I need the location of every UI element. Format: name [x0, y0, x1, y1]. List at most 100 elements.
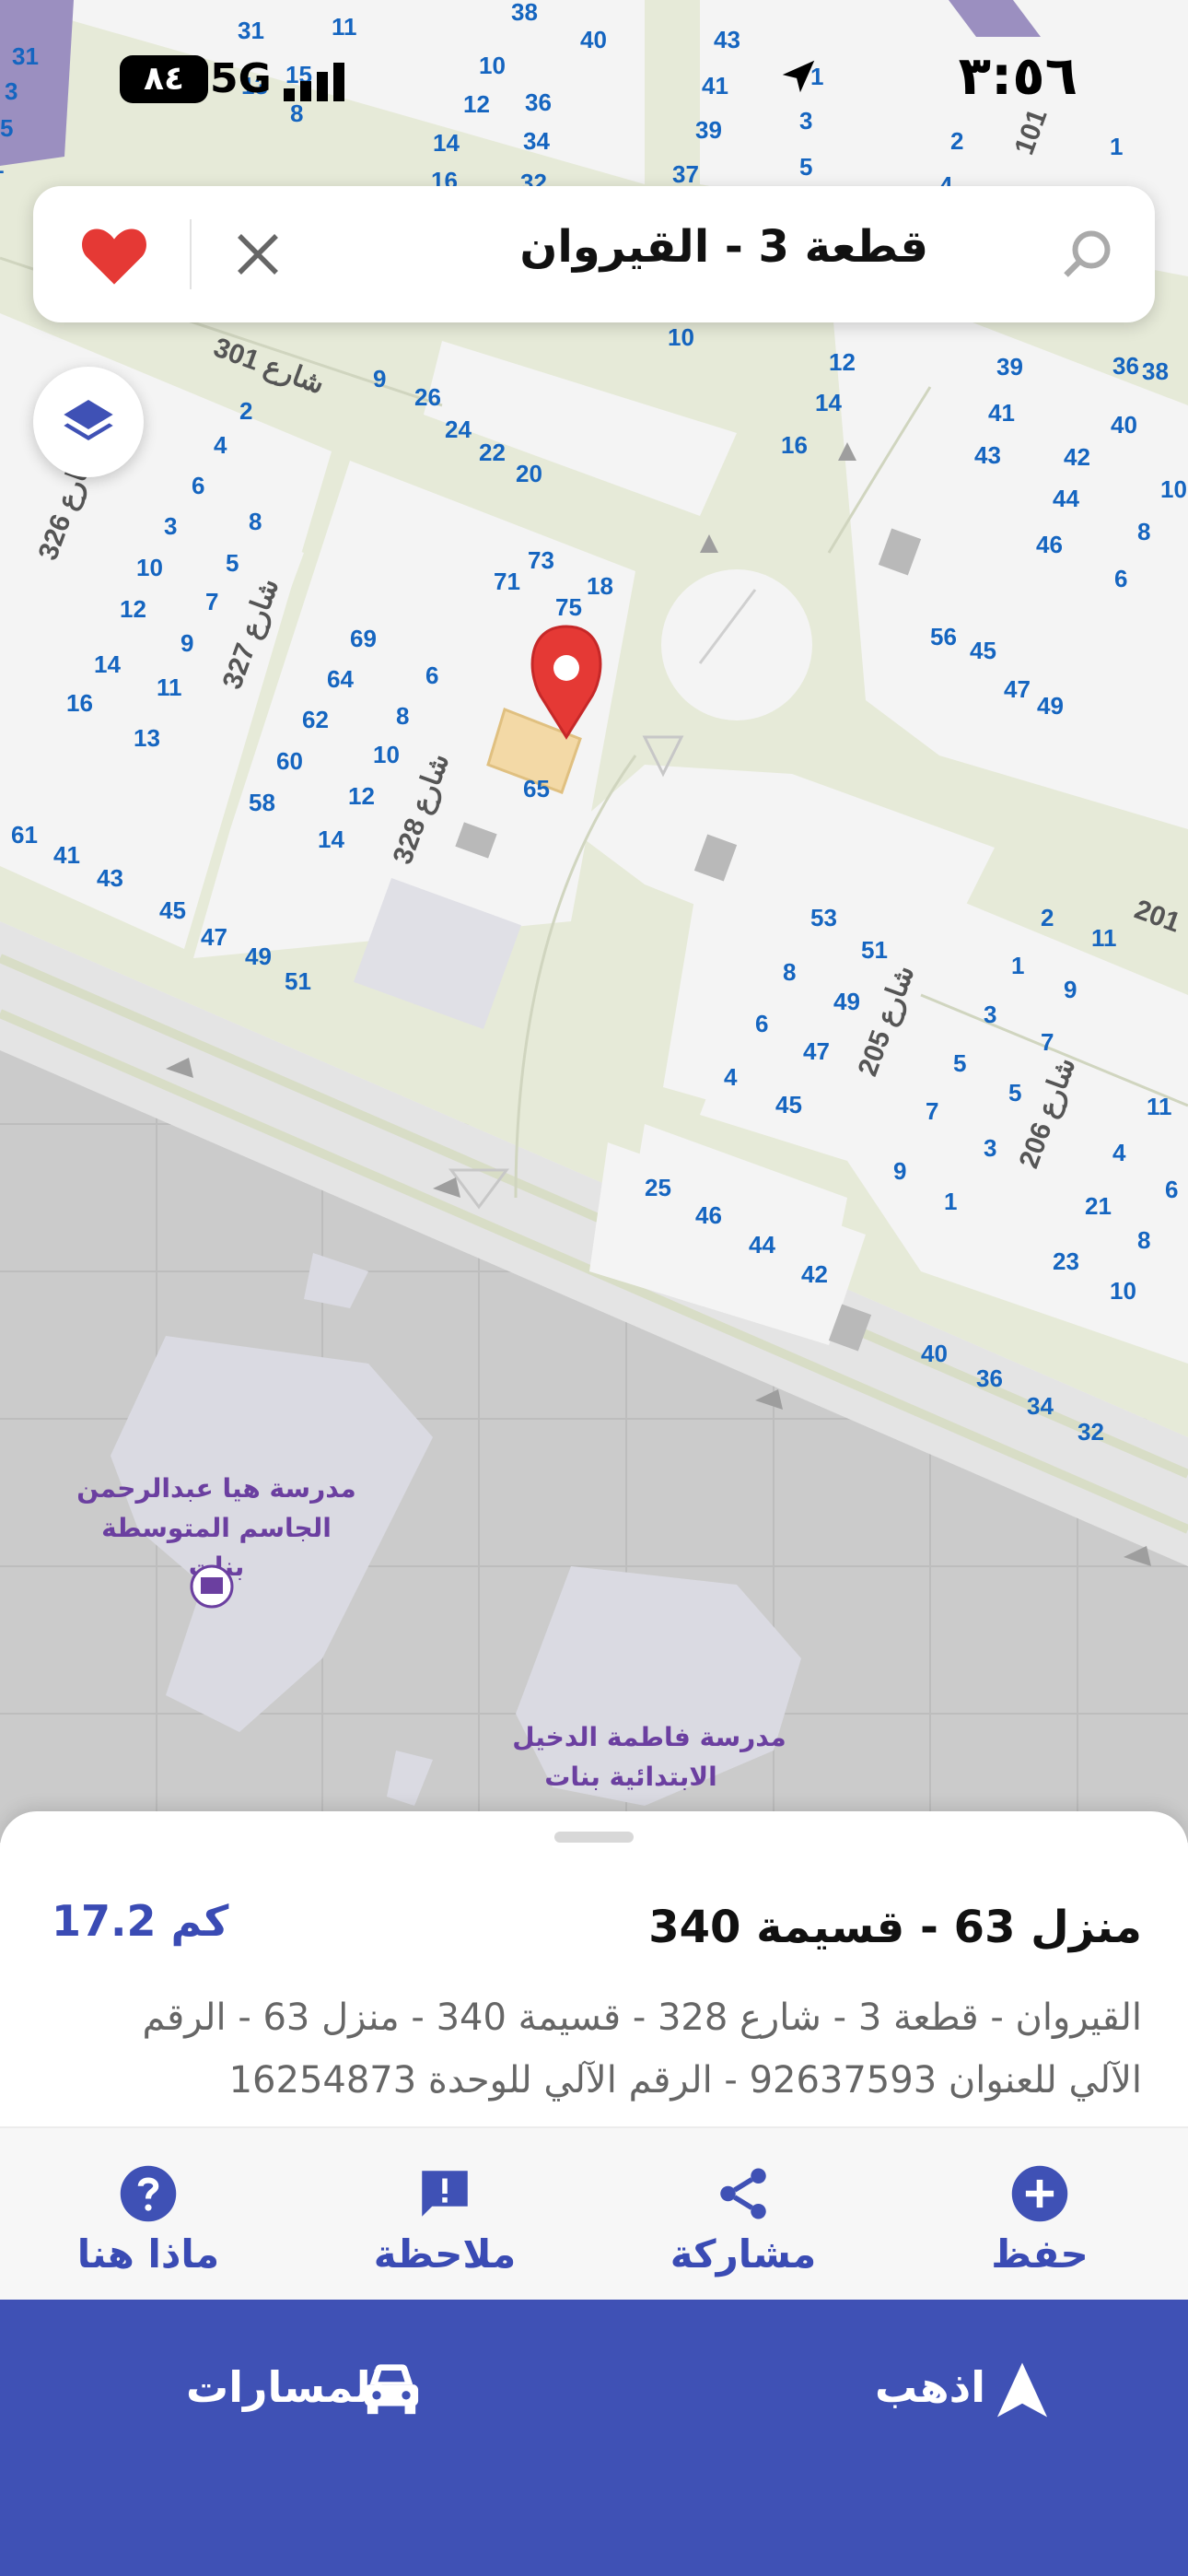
- parcel-number[interactable]: 2: [1041, 904, 1054, 931]
- share-button[interactable]: مشاركة: [595, 2128, 891, 2301]
- save-button[interactable]: حفظ: [891, 2128, 1188, 2301]
- parcel-number[interactable]: 49: [833, 988, 860, 1015]
- parcel-number[interactable]: 43: [974, 441, 1001, 469]
- parcel-number[interactable]: 37: [672, 160, 699, 188]
- parcel-number[interactable]: 13: [134, 724, 160, 752]
- parcel-number[interactable]: 62: [302, 706, 329, 733]
- parcel-number[interactable]: 16: [66, 689, 93, 717]
- parcel-number[interactable]: 5: [1008, 1079, 1021, 1107]
- parcel-number[interactable]: 8: [1137, 518, 1150, 545]
- parcel-number[interactable]: 3: [984, 1001, 996, 1028]
- parcel-number[interactable]: 7: [1041, 1028, 1054, 1056]
- parcel-number[interactable]: 6: [1114, 565, 1127, 592]
- parcel-number[interactable]: 46: [695, 1201, 722, 1229]
- search-icon[interactable]: [1059, 227, 1114, 282]
- parcel-number[interactable]: 36: [976, 1364, 1003, 1392]
- parcel-number[interactable]: 56: [930, 623, 957, 650]
- parcel-number[interactable]: 16: [781, 431, 808, 459]
- search-bar[interactable]: قطعة 3 - القيروان: [33, 186, 1155, 322]
- parcel-number[interactable]: 14: [318, 825, 344, 853]
- close-icon[interactable]: [230, 227, 285, 282]
- parcel-number[interactable]: 11: [157, 673, 182, 701]
- parcel-number[interactable]: 8: [1137, 1226, 1150, 1254]
- parcel-number[interactable]: 75: [555, 593, 582, 621]
- parcel-number[interactable]: 69: [350, 625, 377, 652]
- parcel-number[interactable]: 58: [249, 789, 275, 816]
- parcel-number[interactable]: 49: [245, 943, 272, 970]
- parcel-number[interactable]: 40: [921, 1340, 948, 1367]
- go-button[interactable]: اذهب: [792, 2349, 1087, 2432]
- routes-button[interactable]: المسارات: [166, 2349, 442, 2432]
- parcel-number[interactable]: 5: [799, 153, 812, 181]
- parcel-number[interactable]: 10: [136, 554, 163, 581]
- parcel-number[interactable]: 12: [348, 782, 375, 810]
- parcel-number[interactable]: 9: [893, 1157, 906, 1185]
- parcel-number[interactable]: 38: [1142, 357, 1169, 385]
- parcel-number[interactable]: 64: [327, 665, 354, 693]
- parcel-number[interactable]: 4: [1112, 1139, 1126, 1166]
- parcel-number[interactable]: 4: [724, 1063, 738, 1091]
- parcel-number[interactable]: 10: [373, 741, 400, 768]
- parcel-number[interactable]: 34: [1027, 1392, 1054, 1420]
- parcel-number[interactable]: 73: [528, 546, 554, 574]
- note-button[interactable]: ملاحظة: [297, 2128, 593, 2301]
- parcel-number[interactable]: 26: [414, 383, 441, 411]
- parcel-number[interactable]: 20: [516, 460, 542, 487]
- parcel-number[interactable]: 53: [810, 904, 837, 931]
- parcel-number[interactable]: 6: [1165, 1176, 1178, 1203]
- parcel-number[interactable]: 23: [1053, 1247, 1079, 1275]
- parcel-number[interactable]: 2: [239, 397, 252, 425]
- parcel-number[interactable]: 32: [1077, 1418, 1104, 1446]
- parcel-number[interactable]: 7: [205, 588, 218, 615]
- parcel-number[interactable]: 11: [1147, 1093, 1172, 1120]
- parcel-number[interactable]: 49: [1037, 692, 1064, 720]
- parcel-number[interactable]: 14: [94, 650, 121, 678]
- parcel-number[interactable]: 47: [1004, 675, 1031, 703]
- parcel-number[interactable]: 18: [587, 572, 613, 600]
- parcel-number[interactable]: 6: [425, 662, 438, 689]
- parcel-number[interactable]: 8: [396, 702, 409, 730]
- parcel-number[interactable]: 45: [775, 1091, 802, 1118]
- parcel-number[interactable]: 25: [645, 1174, 671, 1201]
- parcel-number[interactable]: 36: [1112, 352, 1139, 380]
- parcel-number[interactable]: 60: [276, 747, 303, 775]
- parcel-number[interactable]: 45: [970, 637, 996, 664]
- layers-button[interactable]: [33, 367, 144, 477]
- parcel-number[interactable]: 4: [214, 431, 227, 459]
- parcel-number[interactable]: 24: [445, 416, 472, 443]
- parcel-number[interactable]: 5: [953, 1049, 966, 1077]
- parcel-number[interactable]: 44: [749, 1231, 775, 1259]
- parcel-number[interactable]: 61: [11, 821, 38, 849]
- parcel-number[interactable]: 6: [192, 472, 204, 499]
- parcel-number[interactable]: 3: [164, 512, 177, 540]
- parcel-number[interactable]: 65: [523, 775, 550, 802]
- parcel-number[interactable]: 7: [926, 1097, 938, 1125]
- parcel-number[interactable]: 43: [97, 864, 123, 892]
- parcel-number[interactable]: 45: [159, 896, 186, 924]
- parcel-number[interactable]: 44: [1053, 485, 1079, 512]
- parcel-number[interactable]: 21: [1085, 1192, 1112, 1220]
- parcel-number[interactable]: 47: [803, 1037, 830, 1065]
- parcel-number[interactable]: 71: [494, 568, 520, 595]
- parcel-number[interactable]: 12: [829, 348, 856, 376]
- parcel-number[interactable]: 47: [201, 923, 227, 951]
- parcel-number[interactable]: 10: [1160, 475, 1187, 503]
- parcel-number[interactable]: 12: [120, 595, 146, 623]
- parcel-number[interactable]: 22: [479, 439, 506, 466]
- parcel-number[interactable]: 42: [801, 1260, 828, 1288]
- parcel-number[interactable]: 46: [1036, 531, 1063, 558]
- sheet-drag-handle[interactable]: [554, 1832, 634, 1843]
- parcel-number[interactable]: 51: [285, 967, 311, 995]
- parcel-number[interactable]: 40: [1111, 411, 1137, 439]
- parcel-number[interactable]: 11: [1091, 924, 1117, 952]
- parcel-number[interactable]: 9: [1064, 976, 1077, 1003]
- parcel-number[interactable]: 14: [815, 389, 842, 416]
- parcel-number[interactable]: 10: [668, 323, 694, 351]
- parcel-number[interactable]: 42: [1064, 443, 1090, 471]
- parcel-number[interactable]: 39: [996, 353, 1023, 381]
- parcel-number[interactable]: 1: [944, 1188, 957, 1215]
- place-details-sheet[interactable]: منزل 63 - قسيمة 340 17.2 كم القيروان - ق…: [0, 1811, 1188, 2576]
- parcel-number[interactable]: 9: [181, 629, 193, 657]
- parcel-number[interactable]: 41: [988, 399, 1015, 427]
- parcel-number[interactable]: 1: [1011, 952, 1024, 979]
